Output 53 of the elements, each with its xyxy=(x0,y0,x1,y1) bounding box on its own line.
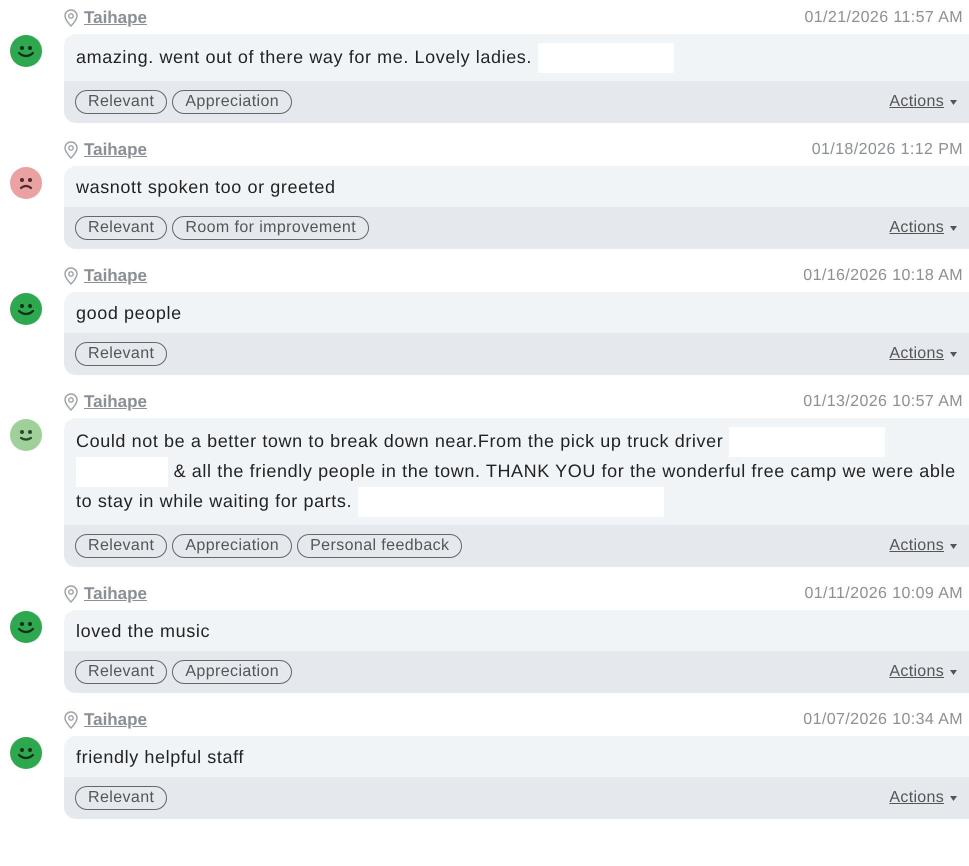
tag-chip[interactable]: Personal feedback xyxy=(297,534,462,558)
location-link[interactable]: Taihape xyxy=(84,392,147,412)
review-comment: Could not be a better town to break down near.From the pick up truck driver & all the friendly people in the town. THANK YOU for the wonderful free camp we were able to stay in while waiting for parts. xyxy=(64,418,969,525)
review-comment: wasnott spoken too or greeted xyxy=(75,176,337,199)
review-date: 01/16/2026 10:18 AM xyxy=(803,267,964,285)
review-date: 01/18/2026 1:12 PM xyxy=(812,141,964,159)
tag-chip[interactable]: Relevant xyxy=(75,534,168,558)
tag-chip[interactable]: Relevant xyxy=(75,342,168,366)
caret-icon xyxy=(950,226,957,230)
location-pin-icon xyxy=(64,267,78,285)
location-pin-icon xyxy=(64,393,78,411)
location-link[interactable]: Taihape xyxy=(84,710,147,730)
smiley-face-icon xyxy=(10,293,42,325)
caret-icon xyxy=(950,100,957,104)
actions-menu[interactable]: Actions xyxy=(889,345,957,363)
actions-menu[interactable]: Actions xyxy=(889,219,957,237)
sad-face-icon xyxy=(10,167,42,199)
smiley-face-icon xyxy=(10,419,42,451)
location-pin-icon xyxy=(64,711,78,729)
smiley-face-icon xyxy=(10,35,42,67)
caret-icon xyxy=(950,796,957,800)
caret-icon xyxy=(950,352,957,356)
location-pin-icon xyxy=(64,9,78,27)
location-link[interactable]: Taihape xyxy=(84,140,147,160)
location-link[interactable]: Taihape xyxy=(84,584,147,604)
smiley-face-icon xyxy=(10,737,42,769)
location-pin-icon xyxy=(64,141,78,159)
actions-menu[interactable]: Actions xyxy=(889,93,957,111)
tag-chip[interactable]: Relevant xyxy=(75,216,168,240)
review-comment: friendly helpful staff xyxy=(75,746,245,769)
smiley-face-icon xyxy=(10,611,42,643)
tag-chip[interactable]: Appreciation xyxy=(172,90,292,114)
actions-menu[interactable]: Actions xyxy=(889,789,957,807)
review-comment: loved the music xyxy=(75,620,212,643)
review-comment: amazing. went out of there way for me. Lovely ladies. xyxy=(64,34,969,81)
tag-chip[interactable]: Relevant xyxy=(75,660,168,684)
location-link[interactable]: Taihape xyxy=(84,266,147,286)
tag-chip[interactable]: Relevant xyxy=(75,90,168,114)
review-date: 01/11/2026 10:09 AM xyxy=(804,585,964,603)
actions-menu[interactable]: Actions xyxy=(889,537,957,555)
tag-chip[interactable]: Room for improvement xyxy=(172,216,370,240)
actions-menu[interactable]: Actions xyxy=(889,663,957,681)
caret-icon xyxy=(950,544,957,548)
location-pin-icon xyxy=(64,585,78,603)
review-date: 01/13/2026 10:57 AM xyxy=(803,393,964,411)
tag-chip[interactable]: Appreciation xyxy=(172,534,292,558)
review-date: 01/07/2026 10:34 AM xyxy=(803,711,964,729)
caret-icon xyxy=(950,670,957,674)
tag-chip[interactable]: Appreciation xyxy=(172,660,292,684)
review-comment: good people xyxy=(75,302,183,325)
review-date: 01/21/2026 11:57 AM xyxy=(804,9,964,27)
tag-chip[interactable]: Relevant xyxy=(75,786,168,810)
location-link[interactable]: Taihape xyxy=(84,8,147,28)
